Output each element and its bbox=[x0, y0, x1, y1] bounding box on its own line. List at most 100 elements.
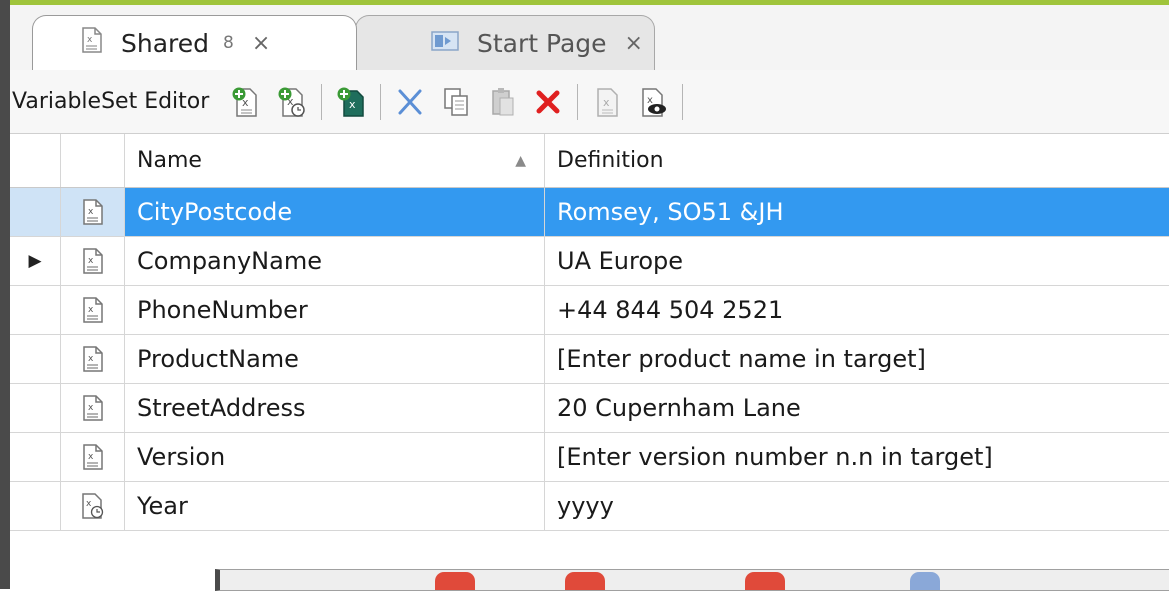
window-left-border bbox=[0, 0, 10, 589]
variable-set-icon: x bbox=[81, 27, 103, 59]
row-icon-cell: x bbox=[61, 286, 125, 334]
table-row[interactable]: ▶ x CompanyName UA Europe bbox=[10, 237, 1169, 286]
add-from-file-icon: x bbox=[337, 87, 365, 117]
table-row[interactable]: x Version [Enter version number n.n in t… bbox=[10, 433, 1169, 482]
variable-definition-cell[interactable]: +44 844 504 2521 bbox=[545, 286, 1169, 334]
variable-definition-cell[interactable]: yyyy bbox=[545, 482, 1169, 530]
svg-text:x: x bbox=[88, 207, 94, 217]
svg-text:x: x bbox=[88, 452, 94, 462]
tab-shared-close-icon[interactable]: × bbox=[252, 31, 270, 56]
row-icon-cell: x bbox=[61, 237, 125, 285]
cut-button[interactable] bbox=[393, 84, 427, 120]
variable-definition-cell[interactable]: [Enter version number n.n in target] bbox=[545, 433, 1169, 481]
add-datetime-variable-button[interactable]: x bbox=[275, 84, 309, 120]
current-row-indicator: ▶ bbox=[10, 237, 61, 285]
row-icon-cell: x bbox=[61, 482, 125, 530]
toolbar-separator bbox=[682, 83, 684, 120]
variables-grid: Name ▲ Definition x CityPostcode Romsey,… bbox=[10, 134, 1169, 531]
cut-icon bbox=[398, 89, 422, 114]
row-icon-cell: x bbox=[61, 384, 125, 432]
document-tab-strip: x Shared 8 × Start Page × bbox=[10, 5, 1169, 71]
table-row[interactable]: x StreetAddress 20 Cupernham Lane bbox=[10, 384, 1169, 433]
tab-start-page[interactable]: Start Page × bbox=[355, 15, 655, 70]
row-icon-cell: x bbox=[61, 188, 125, 236]
variable-definition-cell[interactable]: 20 Cupernham Lane bbox=[545, 384, 1169, 432]
tab-shared[interactable]: x Shared 8 × bbox=[32, 15, 357, 70]
row-icon-cell: x bbox=[61, 433, 125, 481]
grid-header: Name ▲ Definition bbox=[10, 134, 1169, 188]
svg-text:x: x bbox=[349, 98, 356, 111]
svg-text:x: x bbox=[647, 95, 653, 106]
toolbar-icon bbox=[565, 572, 605, 590]
row-indicator bbox=[10, 482, 61, 530]
start-page-icon bbox=[431, 29, 459, 58]
svg-text:x: x bbox=[88, 354, 94, 364]
table-row[interactable]: x Year yyyy bbox=[10, 482, 1169, 531]
variable-name-cell[interactable]: StreetAddress bbox=[125, 384, 545, 432]
row-indicator bbox=[10, 188, 61, 236]
column-header-name[interactable]: Name ▲ bbox=[125, 134, 545, 187]
preview-icon: x bbox=[642, 87, 667, 117]
row-indicator-header bbox=[10, 134, 61, 187]
variable-definition-cell[interactable]: UA Europe bbox=[545, 237, 1169, 285]
variable-icon: x bbox=[82, 199, 103, 225]
variable-icon: x bbox=[82, 297, 103, 323]
toolbar-icon bbox=[745, 572, 785, 590]
toolbar-separator bbox=[380, 83, 382, 120]
sort-ascending-icon: ▲ bbox=[515, 152, 526, 169]
copy-button[interactable] bbox=[439, 84, 473, 120]
toolbar-icon bbox=[910, 572, 940, 590]
row-icon-cell: x bbox=[61, 335, 125, 383]
variable-name-cell[interactable]: PhoneNumber bbox=[125, 286, 545, 334]
svg-text:x: x bbox=[86, 499, 92, 509]
add-from-file-button[interactable]: x bbox=[334, 84, 368, 120]
variable-name-cell[interactable]: Version bbox=[125, 433, 545, 481]
variable-name-cell[interactable]: CompanyName bbox=[125, 237, 545, 285]
tab-start-page-label: Start Page bbox=[477, 28, 607, 58]
row-indicator bbox=[10, 433, 61, 481]
variable-icon: x bbox=[82, 248, 103, 274]
svg-text:x: x bbox=[603, 96, 610, 109]
row-indicator bbox=[10, 286, 61, 334]
variableset-editor-toolbar: VariableSet Editor x x x x x bbox=[10, 70, 1169, 134]
add-datetime-variable-icon: x bbox=[278, 87, 306, 117]
pin-icon[interactable]: 8 bbox=[223, 33, 234, 53]
tab-shared-label: Shared bbox=[121, 28, 210, 58]
toolbar-separator bbox=[321, 83, 323, 120]
row-indicator bbox=[10, 335, 61, 383]
variable-definition-cell[interactable]: [Enter product name in target] bbox=[545, 335, 1169, 383]
table-row[interactable]: x ProductName [Enter product name in tar… bbox=[10, 335, 1169, 384]
svg-text:x: x bbox=[87, 35, 93, 45]
variable-name-cell[interactable]: CityPostcode bbox=[125, 188, 545, 236]
variable-definition-cell[interactable]: Romsey, SO51 &JH bbox=[545, 188, 1169, 236]
svg-text:x: x bbox=[88, 403, 94, 413]
variable-icon: x bbox=[82, 444, 103, 470]
row-indicator bbox=[10, 384, 61, 432]
variable-icon: x bbox=[82, 346, 103, 372]
delete-button[interactable] bbox=[531, 84, 565, 120]
column-header-definition[interactable]: Definition bbox=[545, 134, 1169, 187]
edit-variable-button[interactable]: x bbox=[590, 84, 624, 120]
overlapping-toolbar bbox=[215, 569, 1169, 591]
paste-icon bbox=[492, 87, 514, 115]
toolbar-icon bbox=[435, 572, 475, 590]
svg-text:x: x bbox=[88, 305, 94, 315]
edit-icon: x bbox=[597, 87, 619, 117]
add-variable-button[interactable]: x bbox=[229, 84, 263, 120]
delete-icon bbox=[536, 90, 560, 113]
paste-button[interactable] bbox=[485, 84, 519, 120]
icon-column-header bbox=[61, 134, 125, 187]
table-row[interactable]: x CityPostcode Romsey, SO51 &JH bbox=[10, 188, 1169, 237]
preview-button[interactable]: x bbox=[636, 84, 670, 120]
variable-icon: x bbox=[82, 395, 103, 421]
variable-name-cell[interactable]: Year bbox=[125, 482, 545, 530]
toolbar-title: VariableSet Editor bbox=[12, 89, 210, 114]
table-row[interactable]: x PhoneNumber +44 844 504 2521 bbox=[10, 286, 1169, 335]
tab-start-page-close-icon[interactable]: × bbox=[625, 31, 643, 56]
add-variable-icon: x bbox=[232, 87, 258, 117]
toolbar-separator bbox=[577, 83, 579, 120]
variable-name-cell[interactable]: ProductName bbox=[125, 335, 545, 383]
svg-text:x: x bbox=[88, 256, 94, 266]
copy-icon bbox=[444, 87, 469, 116]
datetime-variable-icon: x bbox=[81, 493, 103, 519]
